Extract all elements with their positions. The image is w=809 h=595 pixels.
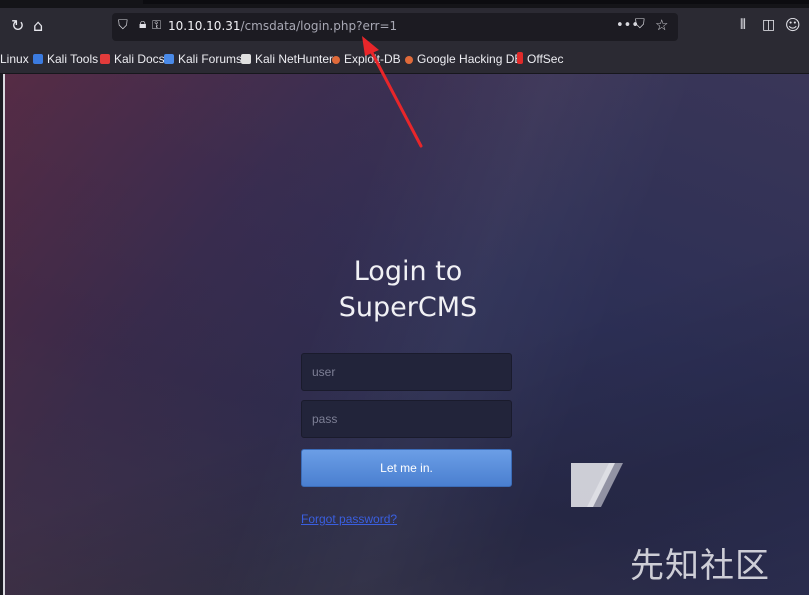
bookmark-label: Kali Tools <box>47 52 99 66</box>
pocket-icon[interactable]: ⛉ <box>635 17 645 32</box>
bookmark-star-icon[interactable]: ☆ <box>655 16 668 34</box>
exploit-db-icon <box>332 56 340 64</box>
login-title-line2: SuperCMS <box>338 292 478 323</box>
navigation-toolbar: ↻ ⌂ ⛉ 🔒︎ ⚿ 10.10.10.31/cmsdata/login.php… <box>0 8 809 46</box>
insecure-lock-icon[interactable]: 🔒︎ <box>139 16 146 32</box>
bookmark-label: Kali NetHunter <box>255 52 334 66</box>
bookmark-kali-tools[interactable]: Kali Tools <box>33 52 98 66</box>
background-sheen <box>3 74 809 595</box>
bookmark-label: Kali Forums <box>178 52 243 66</box>
google-hacking-db-icon <box>405 56 413 64</box>
login-title-line1: Login to <box>353 256 463 287</box>
page-content: Login to SuperCMS Let me in. Forgot pass… <box>3 74 809 595</box>
url-text[interactable]: 10.10.10.31/cmsdata/login.php?err=1 <box>168 19 397 33</box>
kali-tools-icon <box>33 54 43 64</box>
bookmark-linux[interactable]: Linux <box>0 52 29 66</box>
sidebar-icon[interactable]: ◫ <box>762 17 775 33</box>
kali-nethunter-icon <box>241 54 251 64</box>
url-bar[interactable]: ⛉ 🔒︎ ⚿ 10.10.10.31/cmsdata/login.php?err… <box>112 13 678 41</box>
url-host: 10.10.10.31 <box>168 19 241 33</box>
bookmark-exploit-db[interactable]: Exploit-DB <box>332 52 401 66</box>
xianzhi-logo-icon <box>571 463 623 507</box>
key-icon[interactable]: ⚿ <box>152 18 161 33</box>
account-icon[interactable]: ☺ <box>785 16 801 34</box>
forgot-password-link[interactable]: Forgot password? <box>301 512 397 526</box>
tracking-shield-icon[interactable]: ⛉ <box>118 18 128 33</box>
bookmark-google-hacking-db[interactable]: Google Hacking DB <box>405 52 522 66</box>
tab-strip <box>143 0 809 4</box>
bookmark-label: Exploit-DB <box>344 52 401 66</box>
kali-forums-icon <box>164 54 174 64</box>
watermark-text: 先知社区 <box>630 546 770 586</box>
bookmark-kali-docs[interactable]: Kali Docs <box>100 52 165 66</box>
bookmark-label: Linux <box>0 52 29 66</box>
home-icon[interactable]: ⌂ <box>33 16 43 35</box>
password-input[interactable] <box>301 400 512 438</box>
username-input[interactable] <box>301 353 512 391</box>
kali-docs-icon <box>100 54 110 64</box>
login-title: Login to SuperCMS <box>303 254 513 326</box>
bookmark-kali-nethunter[interactable]: Kali NetHunter <box>241 52 333 66</box>
window-edge <box>3 74 5 595</box>
login-button[interactable]: Let me in. <box>301 449 512 487</box>
bookmark-label: OffSec <box>527 52 564 66</box>
bookmarks-toolbar: Linux Kali Tools Kali Docs Kali Forums K… <box>0 46 809 74</box>
bookmark-label: Kali Docs <box>114 52 165 66</box>
url-path: /cmsdata/login.php?err=1 <box>240 19 398 33</box>
bookmark-offsec[interactable]: OffSec <box>517 52 563 66</box>
bookmark-kali-forums[interactable]: Kali Forums <box>164 52 242 66</box>
library-icon[interactable]: ⫴ <box>740 17 746 33</box>
reload-icon[interactable]: ↻ <box>11 16 24 35</box>
offsec-icon <box>517 52 523 64</box>
bookmark-label: Google Hacking DB <box>417 52 523 66</box>
